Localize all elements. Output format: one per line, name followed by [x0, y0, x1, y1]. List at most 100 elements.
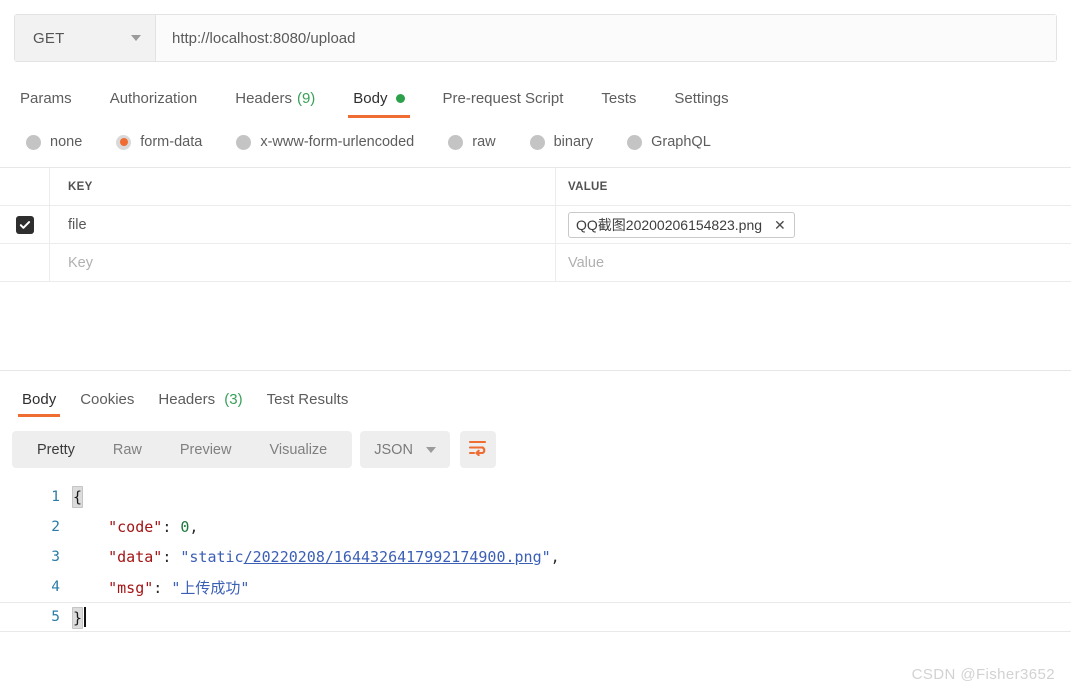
- request-tab-headers[interactable]: Headers (9): [235, 90, 315, 118]
- table-row: Key Value: [0, 244, 1071, 282]
- chevron-down-icon: [131, 35, 141, 41]
- json-brace: {: [72, 486, 84, 508]
- body-type-graphql[interactable]: GraphQL: [627, 134, 711, 150]
- row-key-cell[interactable]: Key: [50, 244, 556, 281]
- radio-icon: [236, 134, 252, 150]
- body-type-label: raw: [472, 134, 496, 150]
- line-number: 4: [51, 579, 60, 595]
- json-comma: ,: [550, 548, 560, 566]
- headers-count-badge: (9): [296, 90, 316, 107]
- request-tab-settings[interactable]: Settings: [674, 90, 728, 118]
- header-key-cell: KEY: [50, 168, 556, 205]
- row-check-cell[interactable]: [0, 244, 50, 281]
- radio-selected-icon: [116, 134, 132, 150]
- json-string-end-quote: ": [541, 548, 551, 566]
- json-string: "static: [180, 548, 244, 566]
- row-enabled-checkbox[interactable]: [15, 215, 34, 234]
- wrap-text-button[interactable]: [459, 431, 496, 468]
- line-number: 5: [51, 609, 60, 625]
- header-check-cell: [0, 168, 50, 205]
- request-tab-body[interactable]: Body: [348, 90, 410, 118]
- request-tab-pre-request-script[interactable]: Pre-request Script: [443, 90, 564, 118]
- body-type-label: form-data: [140, 134, 203, 150]
- response-tab-label: Headers: [158, 391, 216, 408]
- body-active-dot-icon: [395, 94, 405, 103]
- row-check-cell: [0, 206, 50, 243]
- file-chip[interactable]: QQ截图20200206154823.png ✕: [568, 211, 795, 238]
- file-chip-name: QQ截图20200206154823.png: [576, 216, 763, 233]
- request-tab-params[interactable]: Params: [20, 90, 72, 118]
- url-input[interactable]: http://localhost:8080/upload: [156, 15, 1056, 61]
- response-code-editor[interactable]: 1 { 2 "code": 0, 3 "data": "static/20220…: [0, 482, 1071, 642]
- request-tabs: Params Authorization Headers (9) Body Pr…: [20, 78, 767, 118]
- response-tabs: Body Cookies Headers (3) Test Results: [10, 385, 360, 417]
- response-tab-headers[interactable]: Headers (3): [158, 391, 242, 417]
- response-view-mode-group: Pretty Raw Preview Visualize: [12, 431, 353, 468]
- table-header-row: KEY VALUE: [0, 168, 1071, 206]
- column-header-key: KEY: [68, 180, 93, 193]
- request-tab-label: Tests: [601, 90, 637, 107]
- response-tab-body[interactable]: Body: [17, 391, 61, 417]
- view-mode-visualize[interactable]: Visualize: [250, 442, 346, 458]
- header-value-cell: VALUE: [556, 168, 1071, 205]
- code-line: 1 {: [0, 482, 1071, 512]
- radio-icon: [26, 134, 41, 150]
- line-number: 3: [51, 549, 60, 565]
- form-data-table: KEY VALUE file QQ截图20200206154823.png ✕ …: [0, 167, 1071, 282]
- view-mode-pretty[interactable]: Pretty: [18, 442, 94, 458]
- request-tab-tests[interactable]: Tests: [601, 90, 636, 118]
- radio-icon: [627, 134, 643, 150]
- http-method-select[interactable]: GET: [15, 15, 156, 61]
- response-tab-label: Test Results: [266, 391, 349, 408]
- body-type-raw[interactable]: raw: [448, 134, 496, 150]
- response-tab-cookies[interactable]: Cookies: [80, 391, 134, 417]
- url-bar: GET http://localhost:8080/upload: [14, 14, 1057, 62]
- watermark: CSDN @Fisher3652: [911, 666, 1055, 683]
- pane-divider[interactable]: [0, 370, 1071, 371]
- json-comma: ,: [189, 518, 199, 536]
- row-value-cell: QQ截图20200206154823.png ✕: [556, 206, 1071, 243]
- code-line: 4 "msg": "上传成功": [0, 572, 1071, 602]
- row-key-cell[interactable]: file: [50, 206, 556, 243]
- column-header-value: VALUE: [568, 180, 608, 193]
- request-tab-label: Headers: [235, 90, 292, 107]
- request-tab-authorization[interactable]: Authorization: [110, 90, 198, 118]
- json-string-link[interactable]: /20220208/1644326417992174900.png: [244, 548, 542, 566]
- request-tab-label: Authorization: [109, 90, 198, 107]
- line-number: 2: [51, 519, 60, 535]
- json-key: "code": [108, 518, 163, 536]
- code-line-content: {: [72, 486, 84, 508]
- view-mode-preview[interactable]: Preview: [161, 442, 251, 458]
- response-toolbar: Pretty Raw Preview Visualize JSON: [12, 431, 496, 468]
- code-line-content: }: [72, 607, 87, 629]
- code-line-content: "msg": "上传成功": [72, 577, 249, 598]
- body-type-binary[interactable]: binary: [529, 134, 593, 150]
- code-line-content: "code": 0,: [72, 518, 198, 536]
- close-icon[interactable]: ✕: [774, 218, 786, 232]
- code-line: 3 "data": "static/20220208/1644326417992…: [0, 542, 1071, 572]
- json-key: "data": [108, 548, 163, 566]
- request-tab-label: Body: [353, 90, 388, 107]
- code-line-content: "data": "static/20220208/164432641799217…: [72, 548, 560, 566]
- http-method-label: GET: [33, 29, 65, 47]
- json-colon: :: [153, 578, 172, 597]
- response-headers-count-badge: (3): [224, 391, 243, 408]
- radio-icon: [529, 134, 545, 150]
- view-mode-raw[interactable]: Raw: [94, 442, 161, 458]
- response-format-select[interactable]: JSON: [360, 431, 450, 468]
- body-type-form-data[interactable]: form-data: [116, 134, 202, 150]
- json-colon: :: [162, 518, 181, 536]
- line-number: 1: [51, 489, 60, 505]
- body-type-x-www-form-urlencoded[interactable]: x-www-form-urlencoded: [236, 134, 414, 150]
- body-type-none[interactable]: none: [26, 134, 82, 150]
- response-tab-test-results[interactable]: Test Results: [267, 391, 349, 417]
- radio-icon: [448, 134, 464, 150]
- postman-window: GET http://localhost:8080/upload Params …: [0, 0, 1071, 691]
- json-string: "上传成功": [171, 578, 250, 597]
- row-value-cell[interactable]: Value: [556, 244, 1071, 281]
- code-line: 2 "code": 0,: [0, 512, 1071, 542]
- json-colon: :: [162, 548, 181, 566]
- wrap-text-icon: [468, 439, 487, 461]
